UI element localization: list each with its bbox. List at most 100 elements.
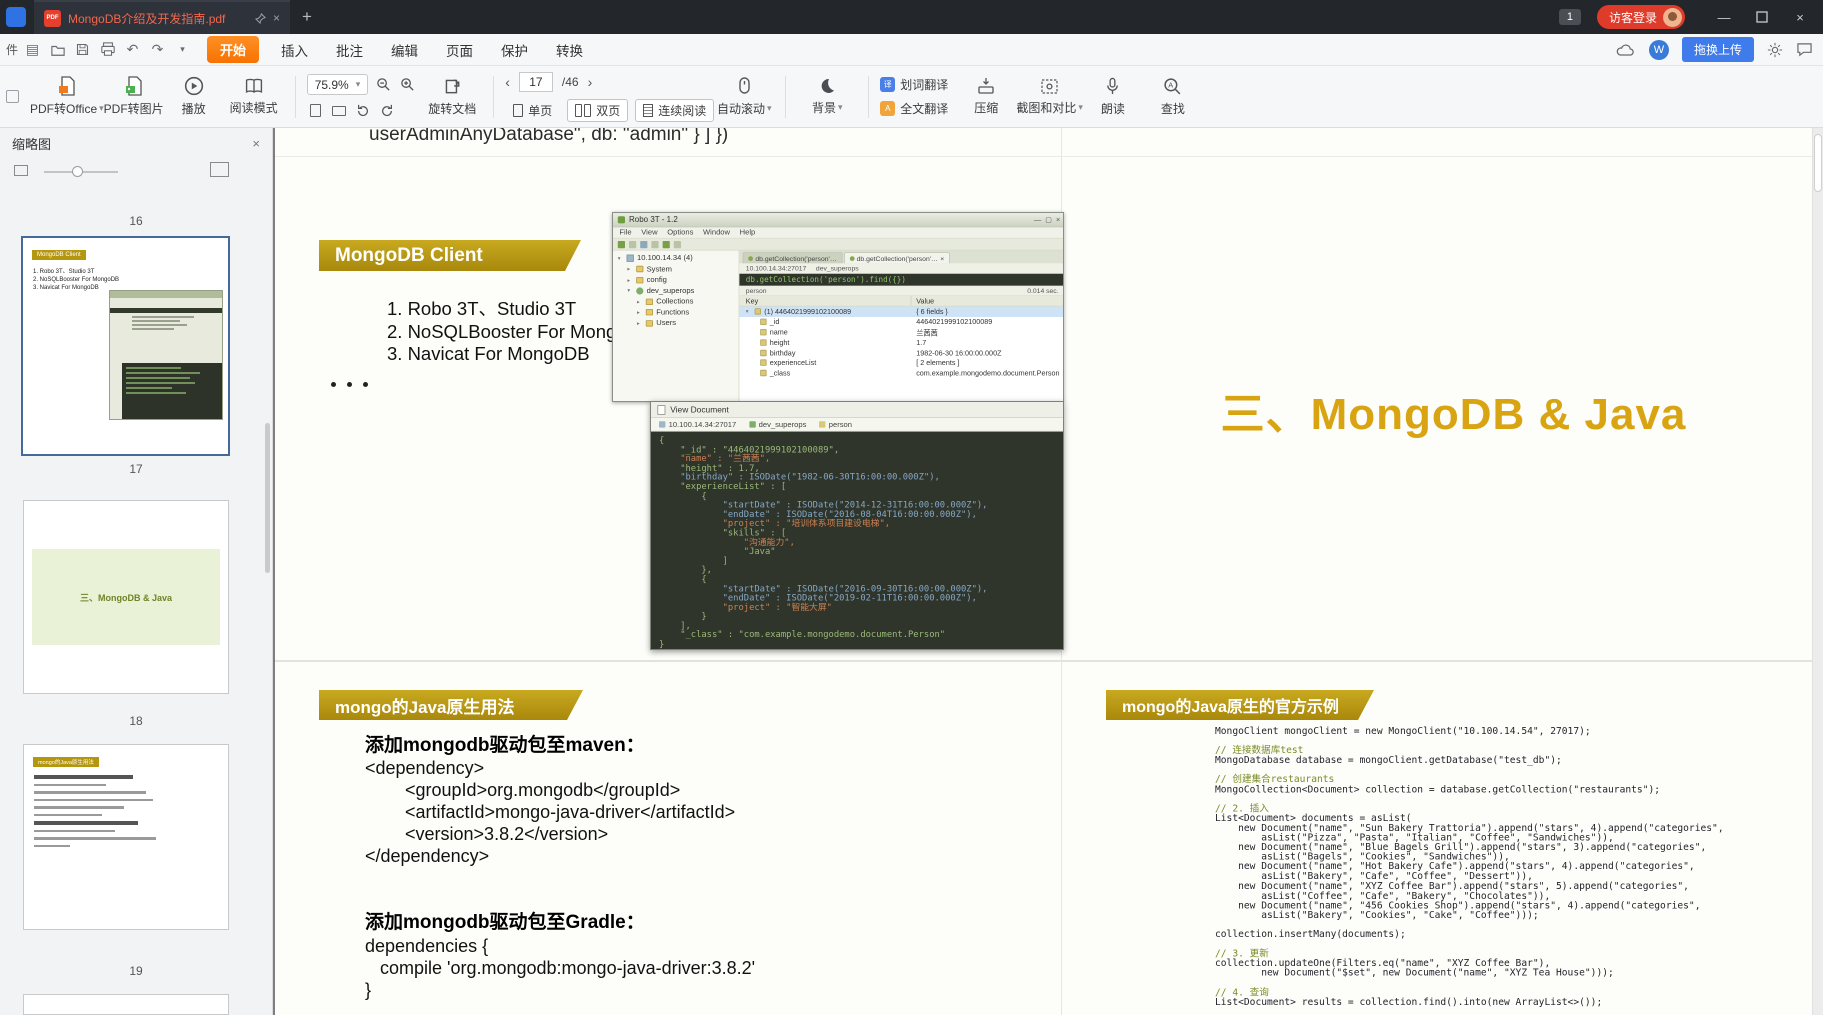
document-canvas: userAdminAnyDatabase", db: "admin" } ] }… bbox=[273, 128, 1823, 1015]
zoom-select[interactable]: 75.9% ▾ bbox=[306, 74, 369, 95]
json-line: } bbox=[659, 611, 707, 622]
background-button[interactable]: 背景 ▾ bbox=[797, 69, 857, 125]
pdf-file-icon: PDF bbox=[44, 9, 61, 27]
minimize-button[interactable]: — bbox=[1705, 0, 1743, 34]
code-line: <version>3.8.2</version> bbox=[365, 824, 609, 844]
robo-window-controls: — ▢ × bbox=[1033, 215, 1061, 224]
word-translate-button[interactable]: 译 划词翻译 bbox=[880, 76, 948, 93]
zoom-in-icon[interactable] bbox=[399, 76, 416, 93]
read-mode-button[interactable]: 阅读模式 bbox=[224, 69, 284, 125]
collection-icon bbox=[819, 421, 826, 428]
tab-close-icon[interactable]: × bbox=[273, 11, 280, 25]
new-tab-button[interactable]: + bbox=[302, 7, 312, 27]
toolbar-separator bbox=[294, 75, 296, 118]
actual-size-icon[interactable] bbox=[307, 102, 324, 119]
menu-item-start[interactable]: 开始 bbox=[207, 36, 260, 63]
robo-tab-active: db.getCollection('person'… × bbox=[843, 252, 950, 264]
word-translate-label: 划词翻译 bbox=[900, 78, 949, 92]
json-line: "experienceList" : [ bbox=[659, 481, 787, 492]
toolbar-separator bbox=[868, 75, 870, 118]
find-button[interactable]: A 查找 bbox=[1143, 69, 1203, 125]
rotate-left-icon[interactable] bbox=[355, 102, 372, 119]
wps-cloud-icon[interactable]: W bbox=[1648, 39, 1669, 60]
quick-tools-caret-icon[interactable]: ▾ bbox=[170, 39, 195, 61]
find-label: 查找 bbox=[1160, 101, 1185, 116]
cloud-sync-icon[interactable] bbox=[1616, 42, 1636, 57]
sidebar-scrollbar[interactable] bbox=[265, 423, 270, 573]
page-navigation-group: ‹ 17 /46 › 单页 双页 连续阅读 bbox=[505, 71, 715, 122]
thumb-badge: MongoDB Client bbox=[32, 250, 86, 260]
document-icon bbox=[657, 404, 666, 415]
thumb-text-line: 2. NoSQLBooster For MongoDB bbox=[33, 277, 120, 283]
upload-button[interactable]: 拖换上传 bbox=[1681, 37, 1754, 62]
thumb-text-placeholder bbox=[34, 775, 214, 852]
zoom-out-icon[interactable] bbox=[375, 76, 392, 93]
clipped-edge-fragment: 件 bbox=[5, 43, 18, 57]
tab-count-badge[interactable]: 1 bbox=[1558, 9, 1581, 25]
robo-result-bar: person 0.014 sec. bbox=[739, 285, 1063, 297]
document-scrollbar-thumb[interactable] bbox=[1814, 134, 1822, 192]
continuous-read-button[interactable]: 连续阅读 bbox=[635, 98, 715, 122]
field-icon bbox=[760, 318, 767, 326]
print-icon[interactable] bbox=[95, 39, 120, 61]
menu-item-insert[interactable]: 插入 bbox=[267, 34, 322, 66]
thumbnail-page-17[interactable]: MongoDB Client 1. Robo 3T、Studio 3T 2. No… bbox=[21, 236, 230, 456]
page-row-divider bbox=[275, 660, 1812, 662]
full-translate-button[interactable]: A 全文翻译 bbox=[880, 100, 948, 117]
menu-item-page[interactable]: 页面 bbox=[432, 34, 487, 66]
document-tab[interactable]: PDF MongoDB介绍及开发指南.pdf × bbox=[34, 0, 290, 34]
database-icon bbox=[749, 421, 756, 428]
redo-icon[interactable]: ↷ bbox=[145, 39, 170, 61]
close-button[interactable]: × bbox=[1781, 0, 1819, 34]
snapshot-compare-button[interactable]: 截图和对比 ▾ bbox=[1016, 69, 1083, 125]
open-folder-icon[interactable] bbox=[45, 39, 70, 61]
snapshot-compare-label: 截图和对比 bbox=[1016, 100, 1077, 115]
play-button[interactable]: 播放 bbox=[164, 69, 224, 125]
zoom-group: 75.9% ▾ bbox=[306, 74, 417, 119]
thumb-page-label: 19 bbox=[129, 964, 143, 978]
chat-icon[interactable] bbox=[1796, 42, 1813, 57]
continuous-read-icon bbox=[643, 103, 654, 117]
menu-item-protect[interactable]: 保护 bbox=[487, 34, 542, 66]
menu-grid-icon[interactable]: ▤ bbox=[20, 39, 45, 61]
menu-item-edit[interactable]: 编辑 bbox=[377, 34, 432, 66]
single-page-icon bbox=[513, 103, 524, 117]
pin-icon[interactable] bbox=[254, 12, 266, 24]
robo-table-row: _class com.example.mongodemo.document.Pe… bbox=[739, 368, 1063, 378]
panel-close-icon[interactable]: × bbox=[252, 136, 260, 151]
pdf-to-office-button[interactable]: PDF转Office ▾ bbox=[30, 69, 104, 125]
page-number-input[interactable]: 17 bbox=[518, 71, 553, 92]
thumbnail-zoom-small-icon[interactable] bbox=[14, 165, 28, 176]
pdf-to-office-label: PDF转Office bbox=[30, 102, 98, 116]
menu-item-convert[interactable]: 转换 bbox=[542, 34, 597, 66]
settings-gear-icon[interactable] bbox=[1767, 42, 1783, 58]
maximize-button[interactable] bbox=[1743, 0, 1781, 34]
undo-icon[interactable]: ↶ bbox=[120, 39, 145, 61]
next-page-icon[interactable]: › bbox=[588, 74, 593, 90]
fit-width-icon[interactable] bbox=[331, 102, 348, 119]
page-surface[interactable]: userAdminAnyDatabase", db: "admin" } ] }… bbox=[275, 128, 1812, 1015]
thumbnail-size-slider-knob[interactable] bbox=[72, 166, 83, 177]
robo-connection-tree: ▾ 10.100.14.34 (4) ▸ System ▸ config ▾ dev_s… bbox=[613, 250, 740, 401]
rotate-document-button[interactable]: 旋转文档 bbox=[422, 69, 482, 125]
save-icon[interactable] bbox=[70, 39, 95, 61]
thumbnail-page-19[interactable]: mongo的Java原生用法 bbox=[23, 744, 229, 930]
folder-icon bbox=[636, 276, 644, 284]
auto-scroll-button[interactable]: 自动滚动 ▾ bbox=[714, 69, 774, 125]
menu-item-annotate[interactable]: 批注 bbox=[322, 34, 377, 66]
thumbnail-page-20-partial[interactable] bbox=[23, 994, 229, 1015]
rotate-right-icon[interactable] bbox=[379, 102, 396, 119]
pdf-to-image-button[interactable]: PDF转图片 bbox=[104, 69, 164, 125]
code-line: collection.insertMany(documents); bbox=[1215, 928, 1406, 940]
document-scrollbar[interactable] bbox=[1812, 128, 1823, 1015]
double-page-button[interactable]: 双页 bbox=[567, 98, 629, 122]
thumbnail-page-18[interactable]: 三、MongoDB & Java bbox=[23, 500, 229, 694]
thumbnail-zoom-large-icon[interactable] bbox=[210, 162, 229, 177]
previous-page-icon[interactable]: ‹ bbox=[505, 74, 510, 90]
app-logo bbox=[6, 7, 26, 27]
compress-button[interactable]: 压缩 bbox=[956, 69, 1016, 125]
read-aloud-button[interactable]: 朗读 bbox=[1083, 69, 1143, 125]
guest-login-button[interactable]: 访客登录 bbox=[1596, 5, 1685, 29]
single-page-button[interactable]: 单页 bbox=[505, 99, 560, 122]
